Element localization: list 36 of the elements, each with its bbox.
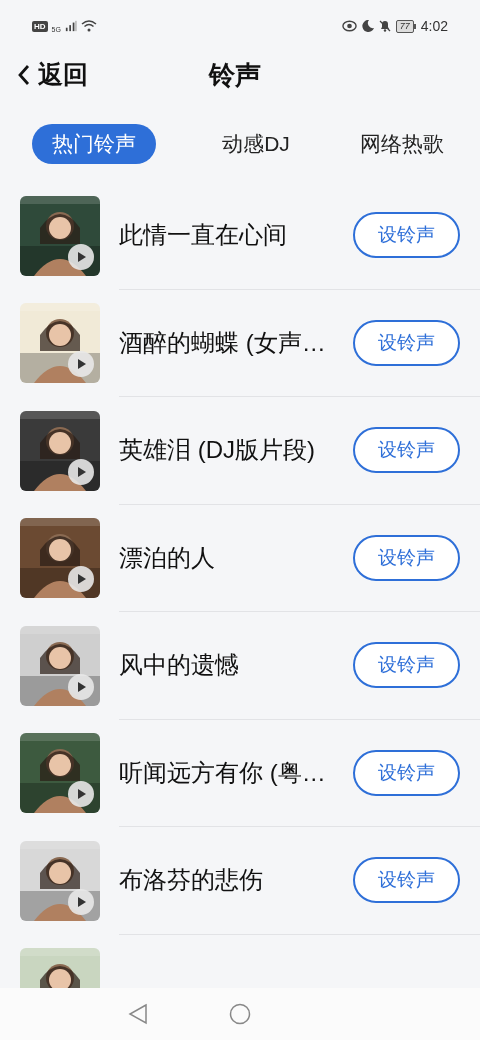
hd-indicator: HD bbox=[32, 20, 48, 32]
set-ringtone-button[interactable]: 设铃声 bbox=[353, 427, 460, 474]
back-button[interactable]: 返回 bbox=[18, 56, 88, 94]
song-title: 布洛芬的悲伤 bbox=[119, 865, 264, 896]
set-ringtone-button[interactable]: 设铃声 bbox=[353, 212, 460, 259]
home-nav-icon[interactable] bbox=[229, 1003, 251, 1025]
moon-icon bbox=[361, 20, 374, 32]
play-icon[interactable] bbox=[68, 351, 94, 378]
set-ringtone-button[interactable]: 设铃声 bbox=[353, 857, 460, 904]
play-icon[interactable] bbox=[68, 566, 94, 593]
set-ringtone-button[interactable]: 设铃声 bbox=[353, 749, 460, 796]
clock: 4:02 bbox=[420, 16, 448, 36]
page-title: 铃声 bbox=[209, 58, 261, 92]
song-title: 风中的遗憾 bbox=[119, 650, 240, 681]
song-title: 漂泊的人 bbox=[119, 542, 216, 573]
song-title: 此情一直在心间 bbox=[119, 220, 288, 251]
play-icon[interactable] bbox=[68, 458, 94, 485]
wifi-icon bbox=[80, 20, 97, 32]
play-icon[interactable] bbox=[68, 888, 94, 915]
tab[interactable]: 动感DJ bbox=[218, 124, 294, 164]
set-ringtone-button[interactable]: 设铃声 bbox=[353, 534, 460, 581]
set-ringtone-button[interactable]: 设铃声 bbox=[353, 319, 460, 366]
tab[interactable]: 网络热歌 bbox=[356, 124, 448, 164]
song-title: 听闻远方有你 (粤… bbox=[119, 757, 327, 788]
muted-bell-icon bbox=[378, 20, 391, 32]
back-nav-icon[interactable] bbox=[128, 1003, 148, 1025]
tab[interactable]: 热门铃声 bbox=[32, 124, 156, 164]
play-icon[interactable] bbox=[68, 243, 94, 270]
battery-icon: 77 bbox=[395, 19, 416, 33]
play-icon[interactable] bbox=[68, 781, 94, 808]
signal-icon bbox=[64, 20, 77, 32]
song-title: 英雄泪 (DJ版片段) bbox=[119, 435, 316, 466]
set-ringtone-button[interactable]: 设铃声 bbox=[353, 642, 460, 689]
eye-icon bbox=[341, 20, 357, 32]
play-icon[interactable] bbox=[68, 673, 94, 700]
song-title: 酒醉的蝴蝶 (女声… bbox=[119, 327, 327, 358]
